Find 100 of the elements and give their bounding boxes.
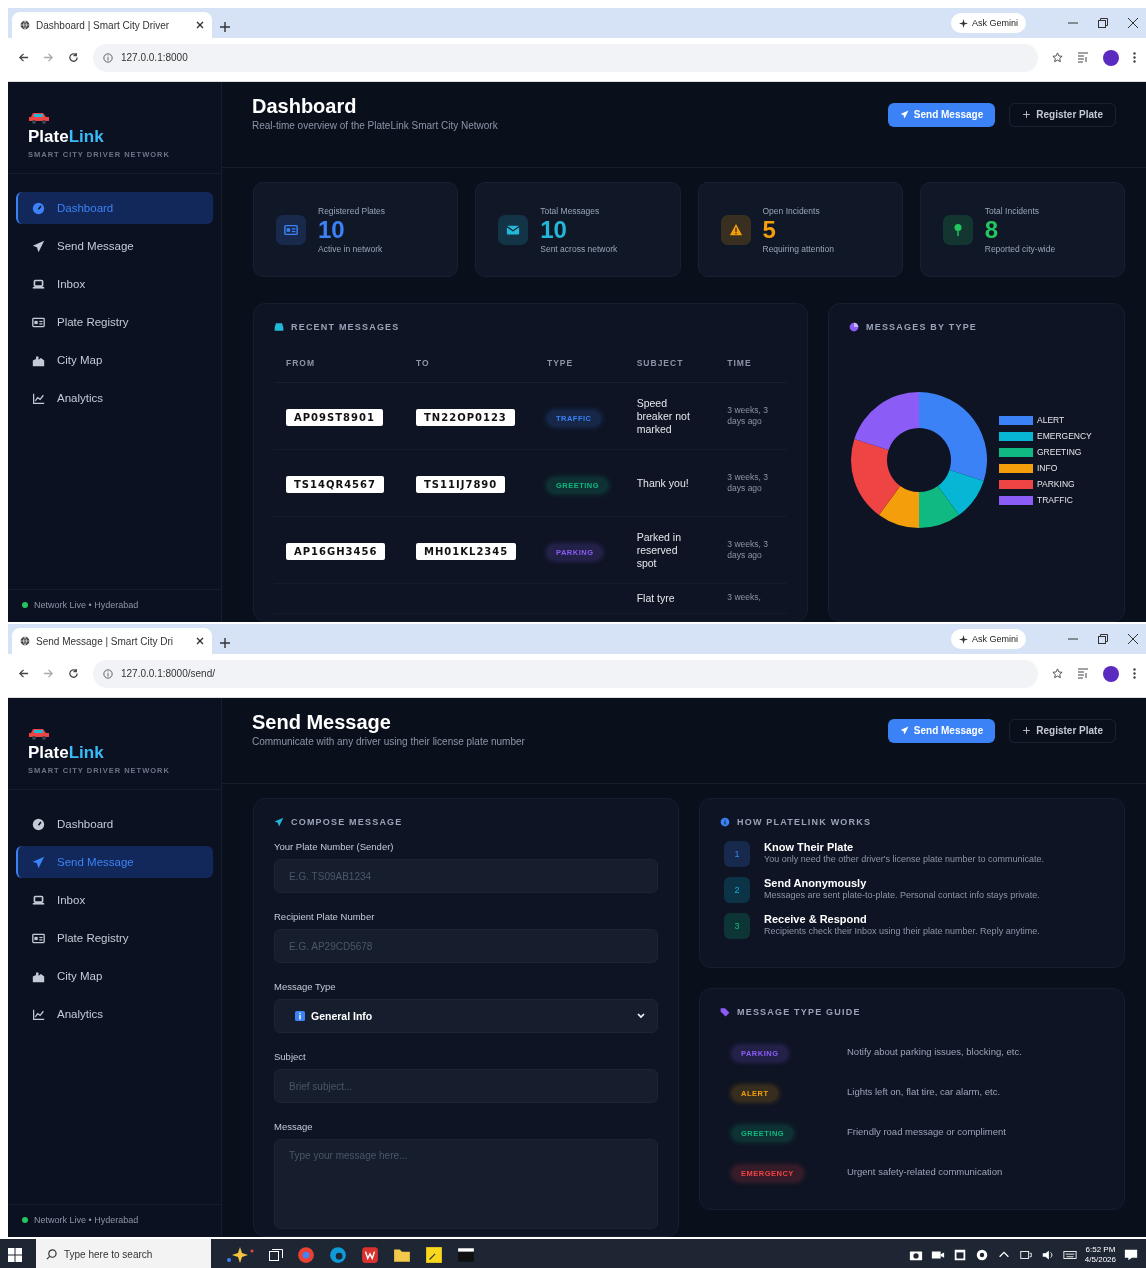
send-message-button[interactable]: Send Message [887,718,996,743]
send-icon [899,110,909,119]
stat-value: 10 [540,216,567,243]
page-title: Send Message [252,710,392,734]
restore-icon[interactable] [1098,634,1108,644]
legend-label: PARKING [1037,479,1075,489]
stat-note: Sent across network [540,243,618,254]
nav-item[interactable]: Plate Registry [16,306,213,338]
taskbar-search[interactable]: Type here to search [36,1239,211,1268]
plate-number: TN22OP0123 [416,408,515,426]
terminal-icon[interactable] [457,1245,475,1264]
back-icon[interactable] [18,668,29,679]
profile-avatar[interactable] [1103,49,1119,66]
task-view-icon[interactable] [269,1248,283,1261]
column-header: FROM [274,346,405,383]
field-label: Subject [274,1051,307,1062]
sparkle-icon [959,18,968,28]
close-icon[interactable] [1128,634,1138,644]
nav-item[interactable]: City Map [16,344,213,376]
step-title: Know Their Plate [764,841,855,853]
notification-icon[interactable] [1124,1247,1138,1262]
legend-swatch [999,431,1033,441]
field-label: Message [274,1121,314,1132]
menu-icon[interactable] [1133,52,1136,63]
note-icon[interactable] [425,1245,443,1264]
star-icon[interactable] [1052,668,1063,679]
nav-item[interactable]: Send Message [16,230,213,262]
star-icon[interactable] [1052,52,1063,63]
reload-icon[interactable] [68,52,79,63]
close-icon[interactable] [196,21,204,29]
dashboard-icon [32,817,45,831]
browser-tab[interactable]: Dashboard | Smart City Driver [12,12,212,38]
line-chart-icon [32,1007,45,1021]
url-field[interactable]: 127.0.0.1:8000 [93,43,1038,72]
dropdown[interactable]: General Info [274,999,658,1033]
nav-item[interactable]: City Map [16,960,213,992]
register-plate-button[interactable]: Register Plate [1009,718,1116,743]
info-icon [103,668,113,679]
reload-icon[interactable] [68,668,79,679]
reading-list-icon[interactable] [1077,52,1089,63]
message-time: 3 weeks, 3 days ago [727,472,769,494]
brand-name: PlateLink [28,127,105,147]
legend-label: TRAFFIC [1037,495,1073,505]
start-icon[interactable] [8,1247,22,1262]
restore-icon[interactable] [1098,18,1108,28]
send-icon [274,817,284,827]
window-icon[interactable] [952,1247,967,1262]
browser-icon[interactable] [297,1245,315,1264]
clock-time: 6:52 PM [1085,1244,1116,1255]
nav-item[interactable]: Dashboard [16,808,213,840]
globe-icon [20,636,30,646]
send-message-button[interactable]: Send Message [887,102,996,127]
legend-label: INFO [1037,463,1058,473]
car-icon [28,728,50,740]
panel-title: COMPOSE MESSAGE [291,817,403,827]
dashboard-icon [32,201,45,215]
nav-item[interactable]: Send Message [16,846,213,878]
reading-list-icon[interactable] [1077,668,1089,679]
chevron-icon [637,1013,645,1019]
type-description: Notify about parking issues, blocking, etc. [847,1045,1022,1057]
stat-value: 8 [984,216,1000,243]
nav-item[interactable]: Plate Registry [16,922,213,954]
browser-tab[interactable]: Send Message | Smart City Dri [12,628,212,654]
text-field[interactable]: E.G. TS09AB1234 [274,859,658,893]
send-icon [899,726,909,735]
stat-note: Requiring attention [762,243,834,254]
ask-button[interactable]: Ask Gemini [951,629,1026,649]
url-field[interactable]: 127.0.0.1:8000/send/ [93,659,1038,688]
close-icon[interactable] [1128,18,1138,28]
stat-label: Total Incidents [984,205,1041,216]
legend-label: EMERGENCY [1037,431,1092,441]
profile-avatar[interactable] [1103,665,1119,682]
step-description: Recipients check their Inbox using their plate number. Reply anytime. [764,926,1040,937]
plate-number: TS14QR4567 [286,475,384,493]
city-icon [32,969,45,983]
page-subtitle: Real-time overview of the PlateLink Smart City Network [252,119,499,131]
clock-date: 4/5/2026 [1084,1254,1116,1265]
nav-item[interactable]: Inbox [16,268,213,300]
message-subject: Thank you! [636,476,690,490]
menu-icon[interactable] [1133,668,1136,679]
new-tab-icon[interactable] [220,22,230,32]
column-header: SUBJECT [624,346,716,383]
new-tab-icon[interactable] [220,638,230,648]
page-subtitle: Communicate with any driver using their license plate number [252,735,526,747]
clock[interactable]: 6:52 PM 4/5/2026 [1084,1244,1116,1265]
ask-button[interactable]: Ask Gemini [951,13,1026,33]
nav-item[interactable]: Analytics [16,382,213,414]
close-icon[interactable] [196,637,204,645]
legend-swatch [999,463,1033,473]
text-field[interactable]: E.G. AP29CD5678 [274,929,658,963]
stat-label: Registered Plates [318,205,386,216]
nav-item[interactable]: Inbox [16,884,213,916]
stat-label: Total Messages [540,205,601,216]
nav-item[interactable]: Analytics [16,998,213,1030]
back-icon[interactable] [18,52,29,63]
send-icon [32,239,45,253]
message-time: 3 weeks, 3 days ago [727,539,769,561]
register-plate-button[interactable]: Register Plate [1009,102,1116,127]
column-header: TIME [715,346,787,383]
nav-item[interactable]: Dashboard [16,192,213,224]
